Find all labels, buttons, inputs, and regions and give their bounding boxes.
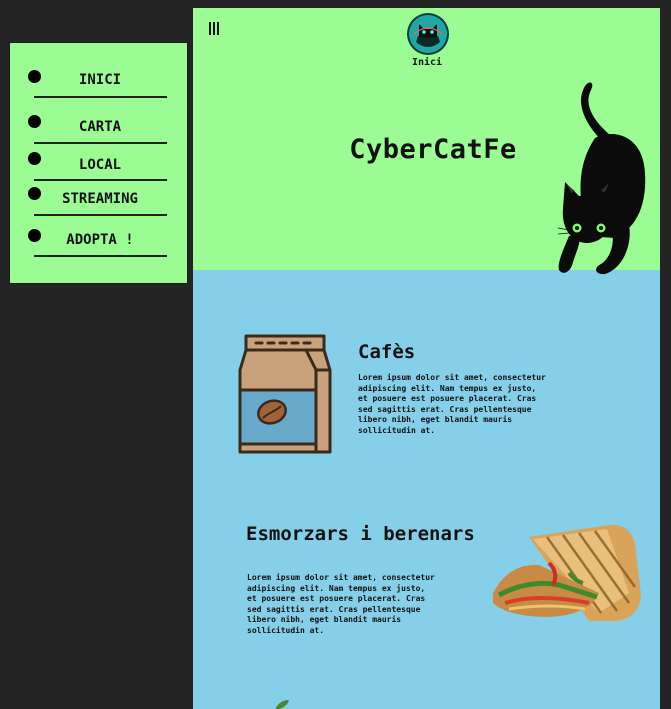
section-text-cafes: Lorem ipsum dolor sit amet, consectetur …	[358, 373, 546, 435]
nav-label: LOCAL	[78, 157, 122, 173]
coffee-bag-icon	[238, 334, 332, 454]
nav-item-carta[interactable]: CARTA	[10, 115, 189, 145]
nav-divider	[34, 179, 167, 181]
nav-divider	[34, 255, 167, 257]
nav-item-streaming[interactable]: STREAMING	[10, 187, 189, 217]
nav-divider	[34, 96, 167, 98]
section-title-cafes: Cafès	[358, 341, 416, 363]
hero-header: Inici CyberCatFe	[193, 8, 660, 275]
nav-divider	[34, 214, 167, 216]
nav-divider	[34, 142, 167, 144]
cat-logo-icon[interactable]	[406, 12, 450, 56]
page-title: CyberCatFe	[349, 134, 517, 165]
logo-label[interactable]: Inici	[393, 57, 461, 68]
section-title-esmorzars: Esmorzars i berenars	[246, 523, 475, 545]
nav-label: STREAMING	[62, 191, 138, 207]
leaf-icon	[275, 700, 289, 709]
sidebar-nav: INICI CARTA LOCAL STREAMING ADOPTA !	[9, 42, 188, 284]
section-text-esmorzars: Lorem ipsum dolor sit amet, consectetur …	[247, 573, 435, 635]
nav-label: INICI	[78, 72, 122, 88]
menu-icon[interactable]	[209, 22, 221, 36]
nav-label: ADOPTA !	[66, 232, 134, 248]
nav-item-local[interactable]: LOCAL	[10, 152, 189, 182]
main-content: Inici CyberCatFe Cafès Lorem ipsum dolor…	[193, 8, 660, 709]
nav-item-inici[interactable]: INICI	[10, 70, 189, 100]
nav-item-adopta[interactable]: ADOPTA !	[10, 229, 189, 259]
cat-illustration	[557, 82, 646, 275]
nav-label: CARTA	[78, 119, 122, 135]
sandwich-image	[493, 524, 641, 621]
